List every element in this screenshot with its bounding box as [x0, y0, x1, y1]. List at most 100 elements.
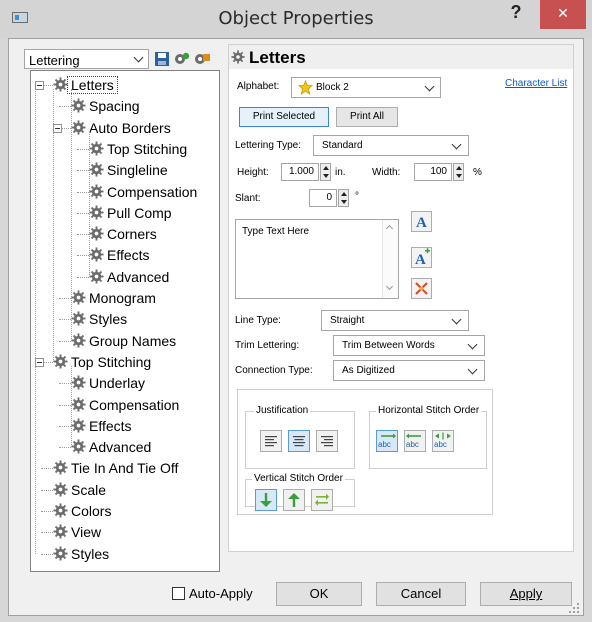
tree-item-label: Top Stitching	[107, 140, 188, 157]
text-clear-button[interactable]	[411, 278, 432, 299]
slant-unit: °	[355, 191, 359, 202]
tree-item-label: Corners	[107, 226, 157, 243]
svg-text:abc: abc	[406, 440, 419, 449]
gear-icon	[89, 205, 104, 220]
svg-text:abc: abc	[378, 440, 391, 449]
justification-label: Justification	[254, 405, 311, 416]
stitch-top-to-bottom-button[interactable]	[255, 489, 277, 511]
tree-item-label: Pull Comp	[107, 204, 172, 221]
print-selected-button[interactable]: Print Selected	[239, 107, 329, 127]
tree-connector	[77, 234, 89, 236]
tree-connector	[59, 340, 71, 342]
font-add-button[interactable]: A	[411, 247, 432, 268]
gear-icon	[89, 183, 104, 199]
category-dropdown[interactable]: Lettering	[24, 49, 149, 69]
close-button[interactable]: ✕	[540, 0, 586, 29]
arrow-up-icon	[288, 493, 300, 507]
tree-item-label: Underlay	[89, 375, 146, 392]
character-list-link[interactable]: Character List	[505, 78, 567, 89]
stitch-alternate-button[interactable]	[311, 489, 333, 511]
apply-button[interactable]: Apply	[480, 582, 572, 606]
collapse-toggle-icon[interactable]	[53, 123, 62, 133]
gear-icon	[53, 503, 68, 518]
alphabet-value: Block 2	[316, 82, 349, 93]
gear-icon	[53, 77, 68, 92]
auto-apply-label: Auto-Apply	[189, 586, 253, 601]
width-field[interactable]: 100	[414, 163, 452, 181]
gear-icon	[53, 546, 68, 561]
gear-icon[interactable]	[173, 50, 191, 68]
tree-item-label: Compensation	[89, 396, 180, 413]
lettering-type-label: Lettering Type:	[235, 140, 301, 151]
star-icon	[298, 80, 313, 95]
stitch-right-to-left-button[interactable]: abc	[404, 430, 426, 452]
height-unit: in.	[335, 167, 346, 178]
height-label: Height:	[237, 167, 269, 178]
abc-both-arrows-icon: abc	[434, 432, 451, 449]
print-all-button[interactable]: Print All	[336, 107, 398, 127]
alphabet-select[interactable]: Block 2	[291, 77, 441, 98]
lettering-type-value: Standard	[322, 140, 363, 151]
gear-icon	[89, 269, 104, 284]
resize-grip-icon[interactable]	[568, 602, 580, 614]
tree-item-label: Spacing	[89, 98, 140, 115]
tree-item-label: Styles	[89, 311, 128, 328]
line-type-select[interactable]: Straight	[321, 310, 469, 331]
properties-tree[interactable]: Letters Spacing Auto Borders Top Stitching S…	[30, 70, 220, 572]
justify-center-button[interactable]	[288, 430, 310, 452]
collapse-toggle-icon[interactable]	[35, 81, 44, 90]
gear-icon	[89, 226, 104, 241]
justification-group: Justification	[245, 405, 355, 469]
stitch-bottom-to-top-button[interactable]	[283, 489, 305, 511]
gear-icon	[71, 120, 86, 135]
gear-icon	[71, 396, 86, 412]
connection-type-select[interactable]: As Digitized	[333, 360, 485, 381]
chevron-down-icon	[424, 81, 435, 92]
slant-spinner[interactable]	[338, 189, 349, 207]
tree-connector	[59, 383, 71, 385]
scissors-icon	[415, 282, 428, 295]
gear-icon	[231, 50, 245, 64]
ok-button[interactable]: OK	[276, 582, 362, 606]
text-scrollbar[interactable]	[382, 220, 398, 298]
trim-lettering-value: Trim Between Words	[342, 340, 435, 351]
tree-connector	[77, 148, 89, 150]
save-icon[interactable]	[153, 50, 171, 68]
tree-connector	[59, 106, 71, 108]
line-type-label: Line Type:	[235, 315, 281, 326]
trim-lettering-label: Trim Lettering:	[235, 340, 300, 351]
auto-apply-checkbox[interactable]	[172, 587, 185, 600]
justify-right-button[interactable]	[316, 430, 338, 452]
gear-icon	[71, 311, 86, 326]
abc-right-arrow-icon: abc	[378, 433, 396, 449]
tree-connector	[71, 365, 72, 448]
justify-left-button[interactable]	[260, 430, 282, 452]
stitch-center-out-button[interactable]: abc	[432, 430, 454, 452]
lettering-text-input[interactable]: Type Text Here	[235, 219, 399, 299]
tree-connector	[77, 212, 89, 214]
lettering-type-select[interactable]: Standard	[313, 135, 469, 156]
panel-title: Letters	[249, 48, 306, 67]
stitch-left-to-right-button[interactable]: abc	[376, 430, 398, 452]
trim-lettering-select[interactable]: Trim Between Words	[333, 335, 485, 356]
tree-connector	[71, 89, 72, 341]
height-field[interactable]: 1.000	[281, 163, 319, 181]
width-spinner[interactable]	[453, 163, 464, 181]
chevron-down-icon	[467, 339, 478, 350]
chevron-down-icon	[451, 314, 462, 325]
help-button[interactable]: ?	[506, 2, 526, 28]
title-bar: Object Properties ? ✕	[0, 0, 592, 38]
collapse-toggle-icon[interactable]	[35, 357, 44, 367]
chevron-down-icon	[451, 139, 462, 150]
export-icon[interactable]	[193, 50, 211, 68]
font-insert-button[interactable]: A	[411, 211, 432, 232]
cancel-button[interactable]: Cancel	[376, 582, 466, 606]
panel-header: Letters	[229, 45, 573, 69]
height-spinner[interactable]	[320, 163, 331, 181]
align-left-icon	[265, 436, 277, 447]
slant-field[interactable]: 0	[309, 189, 337, 207]
tree-connector	[41, 489, 53, 491]
tree-item-label: Letters	[67, 76, 118, 94]
tree-connector	[41, 553, 53, 555]
align-right-icon	[321, 436, 333, 447]
